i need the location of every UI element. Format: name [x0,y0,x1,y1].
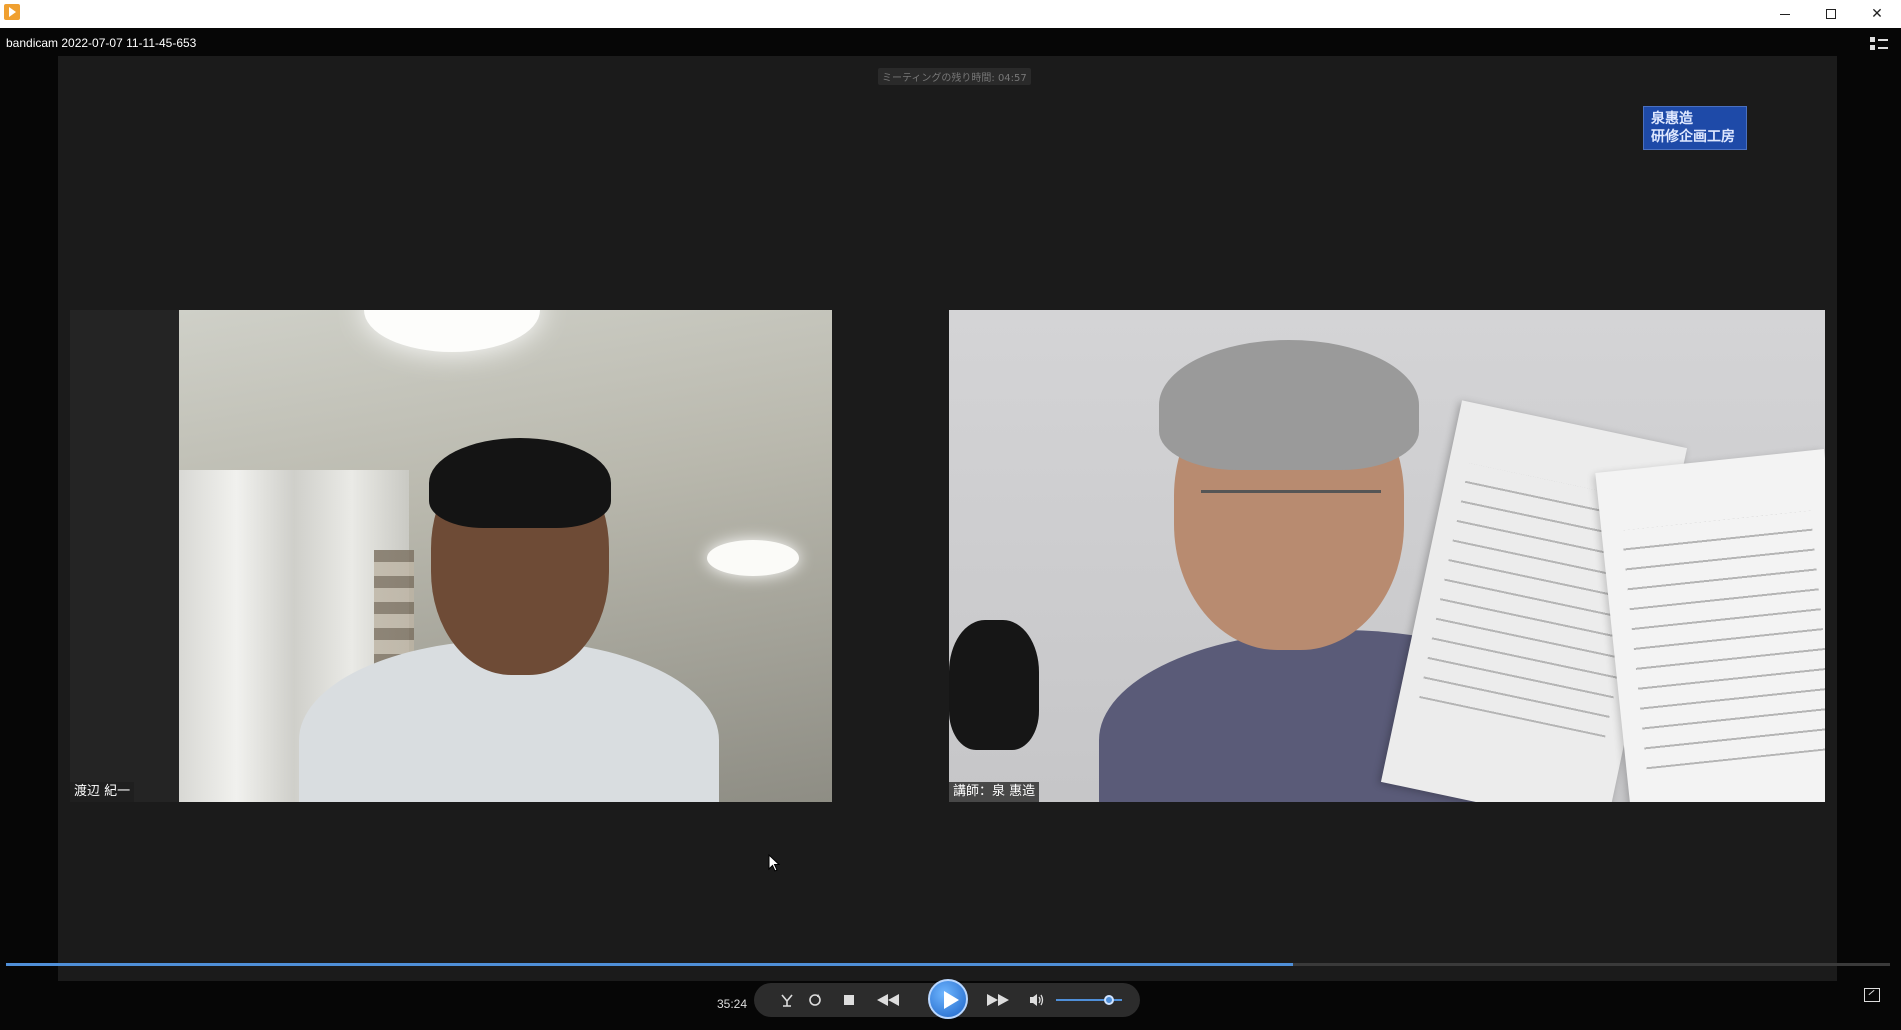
participant-hair [429,438,611,528]
logo-line-1: 泉惠造 [1651,111,1693,127]
handout-paper [1595,448,1825,802]
repeat-icon [809,994,821,1006]
fast-forward-icon [987,994,1009,1006]
fast-forward-button[interactable] [984,989,1012,1011]
close-icon: ✕ [1871,6,1883,22]
play-button[interactable] [928,979,968,1019]
video-frame[interactable]: ミーティングの残り時間: 04:57 泉惠造 研修企画工房 渡辺 紀一 講師：泉… [58,56,1837,981]
close-button[interactable]: ✕ [1854,0,1900,28]
volume-knob[interactable] [1103,995,1114,1005]
participant-name-left: 渡辺 紀一 [70,782,135,802]
ceiling-light [364,310,540,352]
volume-button[interactable] [1026,989,1048,1011]
playlist-toggle-icon[interactable] [1870,36,1888,52]
stop-icon [844,995,854,1005]
maximize-icon [1826,9,1836,19]
minimize-icon [1780,13,1790,15]
minimize-button[interactable] [1762,0,1808,28]
mouse-cursor-icon [768,854,780,872]
logo-line-2: 研修企画工房 [1651,129,1735,145]
microphone [949,620,1039,750]
meeting-timer: ミーティングの残り時間: 04:57 [878,68,1031,85]
participant-name-right: 講師：泉 惠造 [949,782,1040,802]
speaker-hair [1159,340,1419,470]
maximize-button[interactable] [1808,0,1854,28]
volume-slider[interactable] [1056,995,1122,1005]
pip-icon[interactable] [1864,988,1880,1002]
capture-button[interactable] [776,989,798,1011]
seek-bar[interactable] [6,963,1890,966]
channel-logo: 泉惠造 研修企画工房 [1643,106,1747,150]
participant-tile-right: 講師：泉 惠造 [949,310,1825,802]
file-title: bandicam 2022-07-07 11-11-45-653 [6,36,197,50]
title-bar: ✕ [0,0,1901,28]
app-icon [4,4,20,20]
stop-button[interactable] [838,989,860,1011]
seek-bar-progress [6,963,1293,966]
wall-light [707,540,799,576]
rewind-icon [877,994,899,1006]
player-area: bandicam 2022-07-07 11-11-45-653 ミーティングの… [0,28,1901,1030]
current-time: 35:24 [717,997,748,1011]
playback-controls [754,979,1140,1019]
rewind-button[interactable] [874,989,902,1011]
repeat-button[interactable] [804,989,826,1011]
participant-video-right [949,310,1825,802]
capture-icon [781,994,793,1007]
speaker-glasses [1201,490,1381,524]
participant-video-left [179,310,832,802]
volume-icon [1030,994,1044,1006]
participant-tile-left: 渡辺 紀一 [70,310,832,802]
